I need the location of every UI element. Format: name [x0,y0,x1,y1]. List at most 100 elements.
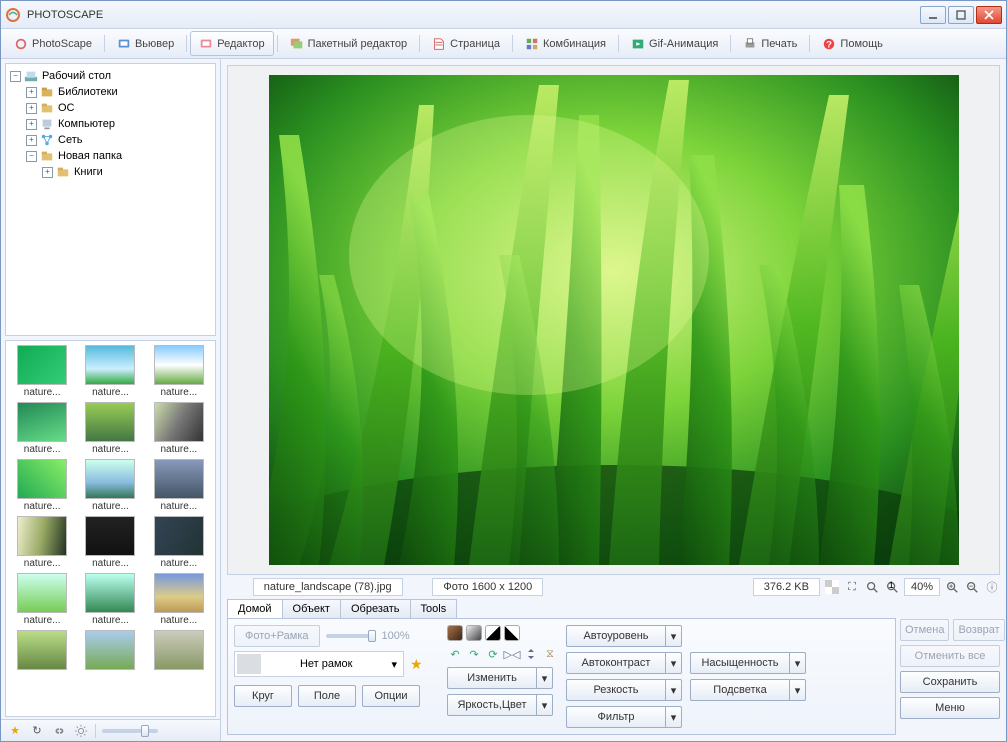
zoom-actual-icon[interactable]: 1 [884,579,900,595]
sharpen-dropdown[interactable]: ▾ [666,679,682,701]
invert-icon[interactable] [504,625,520,641]
saturation-button[interactable]: Насыщенность [690,652,790,674]
thumbnail[interactable]: nature... [10,402,74,455]
link-icon[interactable] [51,723,67,739]
folder-tree[interactable]: −Рабочий стол +Библиотеки +ОС +Компьютер… [5,63,216,336]
canvas-area[interactable] [227,65,1000,575]
thumbnail[interactable]: nature... [10,345,74,398]
flip-h-icon[interactable]: ▷◁ [504,646,520,662]
expand-icon[interactable]: + [42,167,53,178]
tab-editor[interactable]: Редактор [190,31,273,56]
options-button[interactable]: Опции [362,685,420,707]
thumbnail[interactable]: nature... [10,573,74,626]
zoom-out-icon[interactable] [964,579,980,595]
undo-button[interactable]: Отмена [900,619,949,641]
brightness-dropdown[interactable]: ▾ [537,694,553,716]
tree-item[interactable]: +Компьютер [8,116,213,132]
filter-button[interactable]: Фильтр [566,706,666,728]
circle-button[interactable]: Круг [234,685,292,707]
frame-slider[interactable] [326,634,376,638]
thumbnail[interactable]: nature... [147,345,211,398]
expand-icon[interactable]: + [26,135,37,146]
close-button[interactable] [976,6,1002,24]
thumbnail-grid[interactable]: nature... nature... nature... nature... … [5,340,216,717]
tab-help[interactable]: ?Помощь [813,31,892,56]
autolevel-dropdown[interactable]: ▾ [666,625,682,647]
save-button[interactable]: Сохранить [900,671,1000,693]
thumbnail[interactable]: nature... [78,402,142,455]
redo-button[interactable]: Возврат [953,619,1004,641]
thumbnail[interactable]: nature... [78,459,142,512]
tree-item[interactable]: +Библиотеки [8,84,213,100]
thumbnail[interactable]: nature... [78,516,142,569]
thumbnail[interactable]: nature... [147,573,211,626]
thumbnail[interactable]: nature... [147,402,211,455]
thumbnail[interactable]: nature... [147,516,211,569]
expand-icon[interactable]: − [26,151,37,162]
filter-dropdown[interactable]: ▾ [666,706,682,728]
tab-combine[interactable]: Комбинация [516,31,615,56]
refresh-icon[interactable]: ↻ [29,723,45,739]
rotate-right-icon[interactable]: ↷ [466,646,482,662]
tree-item[interactable]: +Книги [8,164,213,180]
thumbnail[interactable]: nature... [147,459,211,512]
autocontrast-dropdown[interactable]: ▾ [666,652,682,674]
flip-v-icon[interactable] [523,646,539,662]
field-button[interactable]: Поле [298,685,356,707]
tab-gif[interactable]: Gif-Анимация [622,31,727,56]
tree-item[interactable]: +ОС [8,100,213,116]
tree-item[interactable]: +Сеть [8,132,213,148]
gear-icon[interactable] [73,723,89,739]
frame-select[interactable]: Нет рамок ▾ [234,651,404,677]
zoom-icon[interactable] [864,579,880,595]
maximize-button[interactable] [948,6,974,24]
tree-item[interactable]: −Рабочий стол [8,68,213,84]
tab-viewer[interactable]: Вьювер [108,31,183,56]
star-icon[interactable]: ★ [410,656,423,673]
expand-icon[interactable]: − [10,71,21,82]
thumbnail[interactable]: nature... [10,459,74,512]
thumbnail[interactable]: nature... [78,345,142,398]
rotate-icon[interactable]: ⟳ [485,646,501,662]
tab-print[interactable]: Печать [734,31,806,56]
tab-object[interactable]: Объект [282,599,341,618]
sharpen-button[interactable]: Резкость [566,679,666,701]
minimize-button[interactable] [920,6,946,24]
sepia-icon[interactable] [447,625,463,641]
photo-frame-button[interactable]: Фото+Рамка [234,625,320,647]
tab-tools[interactable]: Tools [410,599,458,618]
thumbnail[interactable] [147,630,211,670]
tab-batch[interactable]: Пакетный редактор [281,31,417,56]
saturation-dropdown[interactable]: ▾ [790,652,806,674]
hourglass-icon[interactable]: ⧖ [542,646,558,662]
resize-dropdown[interactable]: ▾ [537,667,553,689]
backlight-dropdown[interactable]: ▾ [790,679,806,701]
tab-home[interactable]: Домой [227,599,283,618]
tree-item[interactable]: −Новая папка [8,148,213,164]
undo-all-button[interactable]: Отменить все [900,645,1000,667]
brightness-color-button[interactable]: Яркость,Цвет [447,694,537,716]
transparency-icon[interactable] [824,579,840,595]
fit-icon[interactable]: ⛶ [844,579,860,595]
autolevel-button[interactable]: Автоуровень [566,625,666,647]
zoom-in-icon[interactable] [944,579,960,595]
thumbnail[interactable] [78,630,142,670]
info-icon[interactable]: ⓘ [984,579,1000,595]
expand-icon[interactable]: + [26,87,37,98]
grayscale-icon[interactable] [466,625,482,641]
thumbnail[interactable]: nature... [10,516,74,569]
menu-button[interactable]: Меню [900,697,1000,719]
autocontrast-button[interactable]: Автоконтраст [566,652,666,674]
thumb-size-slider[interactable] [102,729,158,733]
tab-crop[interactable]: Обрезать [340,599,411,618]
backlight-button[interactable]: Подсветка [690,679,790,701]
thumbnail[interactable]: nature... [78,573,142,626]
tab-page[interactable]: Страница [423,31,509,56]
resize-button[interactable]: Изменить [447,667,537,689]
bw-icon[interactable] [485,625,501,641]
expand-icon[interactable]: + [26,103,37,114]
star-icon[interactable]: ★ [7,723,23,739]
expand-icon[interactable]: + [26,119,37,130]
rotate-left-icon[interactable]: ↶ [447,646,463,662]
tab-photoscape[interactable]: PhotoScape [5,31,101,56]
